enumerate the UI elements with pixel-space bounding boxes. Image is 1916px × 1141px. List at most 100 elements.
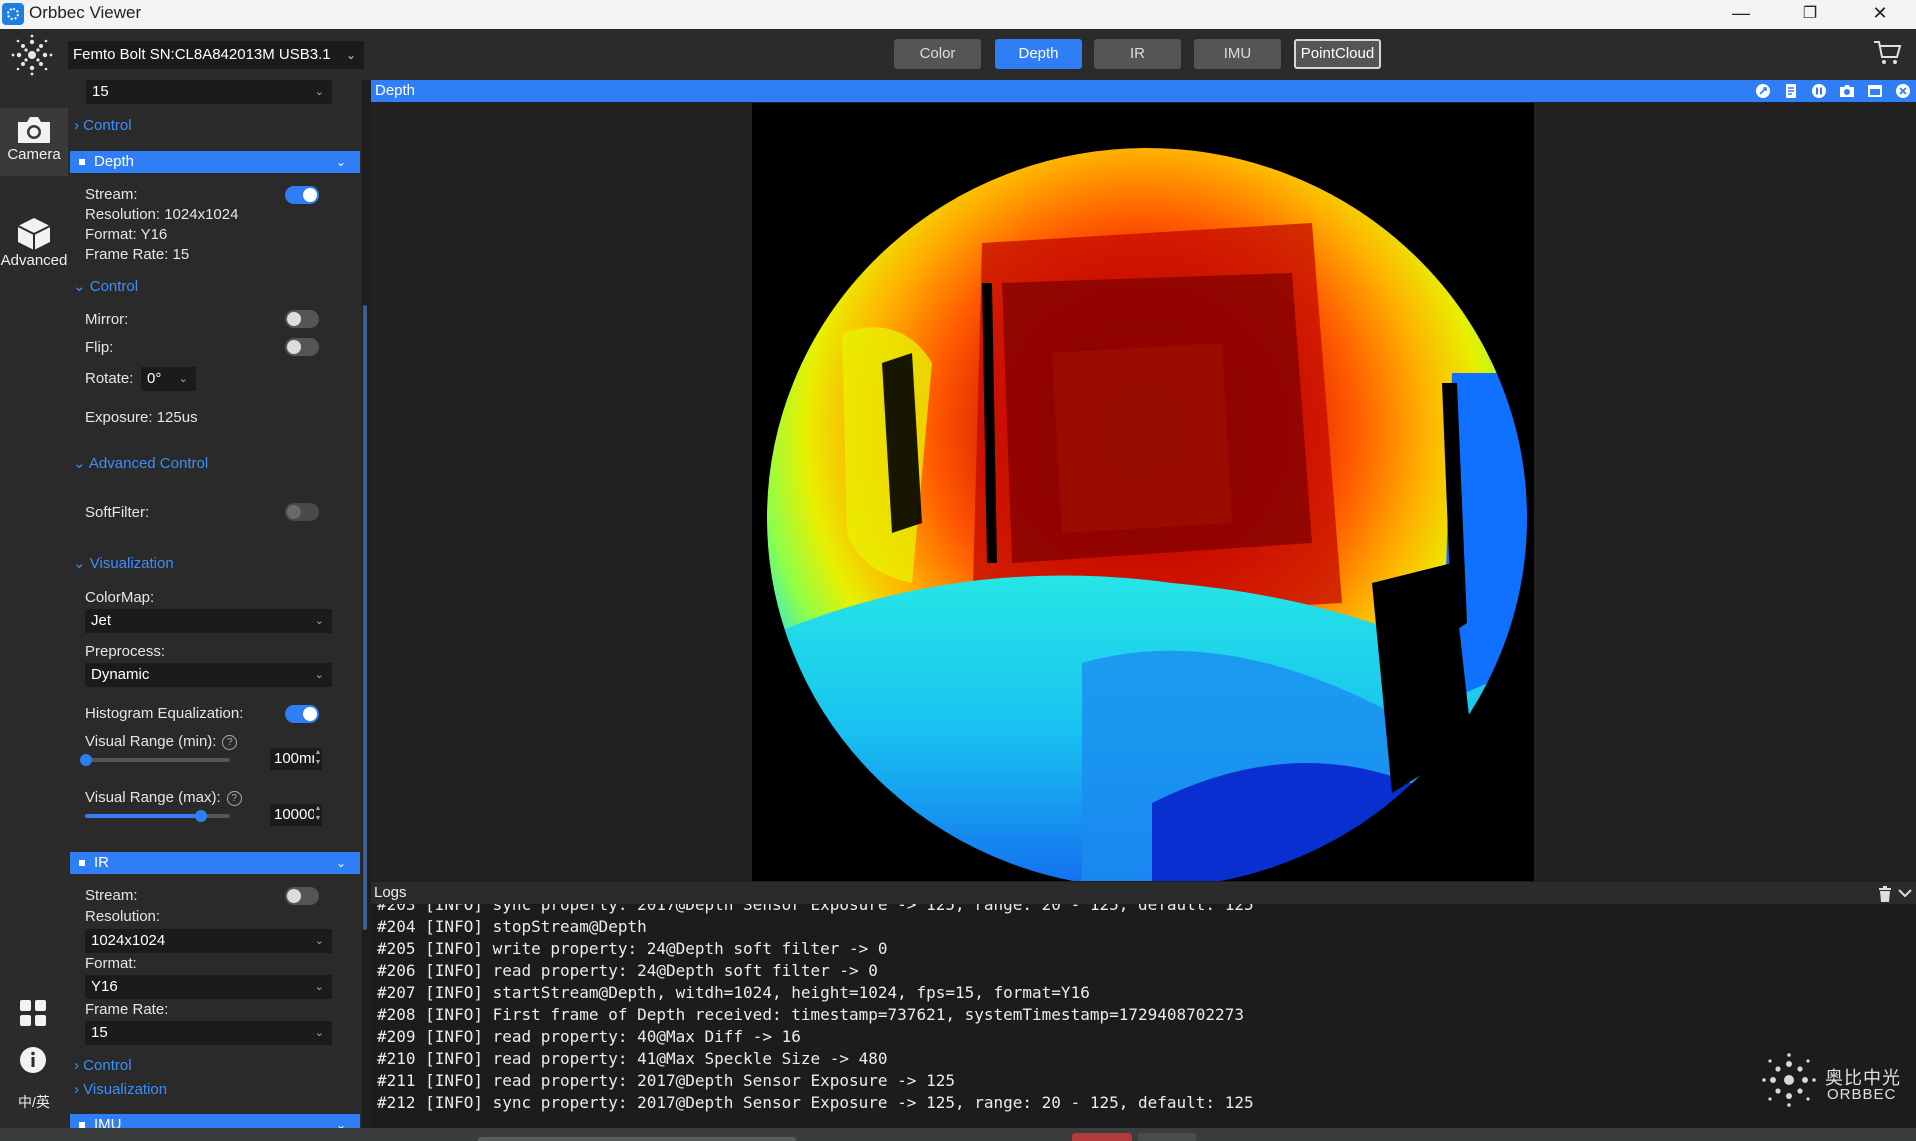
exposure-readout: Exposure: 125us — [85, 409, 198, 426]
window-icon[interactable] — [1867, 83, 1883, 99]
visualization-link[interactable]: ⌄ Visualization — [73, 554, 174, 572]
depth-viewer[interactable] — [371, 102, 1916, 881]
colormap-select[interactable]: Jet ⌄ — [85, 609, 332, 633]
imu-section-header[interactable]: IMU ⌄ — [70, 1114, 360, 1128]
imu-section-label: IMU — [94, 1116, 122, 1128]
depth-resolution: Resolution: 1024x1024 — [85, 206, 239, 223]
log-line: #203 [INFO] sync property: 2017@Depth Se… — [377, 904, 1254, 914]
chevron-down-icon: ⌄ — [314, 935, 324, 947]
pause-icon[interactable] — [1811, 83, 1827, 99]
advanced-control-link[interactable]: ⌄ Advanced Control — [73, 454, 208, 472]
ir-resolution-select[interactable]: 1024x1024 ⌄ — [85, 929, 332, 953]
depth-section-label: Depth — [94, 153, 135, 170]
rail-camera[interactable]: Camera — [0, 108, 68, 176]
chevron-down-icon: ⌄ — [335, 1118, 346, 1128]
visual-range-min-slider[interactable] — [80, 754, 230, 766]
softfilter-toggle[interactable] — [285, 503, 319, 521]
spin-arrows-icon[interactable]: ▲ ▼ — [314, 748, 322, 770]
rail-advanced[interactable]: Advanced — [0, 212, 68, 280]
depth-control-label: Control — [89, 278, 139, 295]
visual-range-min-row: Visual Range (min):? — [85, 733, 238, 750]
visual-range-min-label: Visual Range (min): — [85, 733, 217, 750]
spin-arrows-icon[interactable]: ▲ ▼ — [314, 804, 322, 826]
colormap-label: ColorMap: — [85, 589, 155, 606]
chevron-down-icon: ⌄ — [314, 86, 324, 98]
expand-icon[interactable] — [1755, 83, 1771, 99]
orbbec-watermark-icon — [1762, 1053, 1816, 1107]
panel-scrollbar[interactable] — [363, 305, 367, 930]
visual-range-max-label: Visual Range (max): — [85, 789, 221, 806]
cart-icon[interactable] — [1872, 37, 1902, 67]
trash-icon[interactable] — [1878, 886, 1892, 902]
depth-control-link[interactable]: ⌄ Control — [73, 277, 138, 295]
visual-range-max-handle[interactable] — [195, 810, 207, 822]
tab-color[interactable]: Color — [894, 39, 981, 69]
chevron-down-icon[interactable] — [1898, 888, 1912, 898]
ir-format-select[interactable]: Y16 ⌄ — [85, 975, 332, 999]
visual-range-max-fill — [85, 814, 201, 818]
flip-toggle[interactable] — [285, 338, 319, 356]
close-button[interactable]: ✕ — [1857, 0, 1903, 29]
ir-visualization-label: Visualization — [83, 1081, 168, 1098]
depth-section-header[interactable]: Depth ⌄ — [70, 151, 360, 173]
ir-format-value: Y16 — [91, 978, 118, 995]
log-line: #211 [INFO] read property: 2017@Depth Se… — [377, 1071, 955, 1090]
help-icon[interactable]: ? — [222, 735, 238, 750]
advanced-control-label: Advanced Control — [88, 455, 209, 472]
ir-control-label: Control — [83, 1057, 132, 1074]
visual-range-min-handle[interactable] — [80, 754, 93, 766]
preprocess-label: Preprocess: — [85, 643, 166, 660]
ir-frame-rate-select[interactable]: 15 ⌄ — [85, 1021, 332, 1045]
tab-imu[interactable]: IMU — [1194, 39, 1281, 69]
app-icon — [2, 3, 24, 25]
chevron-down-icon: ⌄ — [314, 669, 324, 681]
control-link-top[interactable]: › Control — [74, 117, 132, 134]
top-select[interactable]: 15 ⌄ — [86, 80, 332, 104]
rotate-select[interactable]: 0° ⌄ — [141, 367, 196, 391]
visual-range-max-row: Visual Range (max):? — [85, 789, 242, 806]
depth-stream-toggle[interactable] — [285, 186, 319, 204]
preprocess-select-value: Dynamic — [91, 666, 150, 683]
ir-stream-toggle[interactable] — [285, 887, 319, 905]
ir-section-label: IR — [94, 854, 109, 871]
log-line: #210 [INFO] read property: 41@Max Speckl… — [377, 1049, 888, 1068]
ir-section-header[interactable]: IR ⌄ — [70, 852, 360, 874]
mirror-toggle[interactable] — [285, 310, 319, 328]
colormap-select-value: Jet — [91, 612, 112, 629]
snapshot-camera-icon[interactable] — [1839, 83, 1855, 99]
taskbar-app[interactable] — [1072, 1133, 1132, 1141]
log-line: #206 [INFO] read property: 24@Depth soft… — [377, 961, 878, 980]
log-lines: #203 [INFO] sync property: 2017@Depth Se… — [377, 904, 1254, 1114]
camera-icon — [18, 117, 50, 143]
taskbar-app[interactable] — [1138, 1133, 1196, 1141]
histogram-equalization-toggle[interactable] — [285, 705, 319, 723]
ir-format-label: Format: — [85, 955, 137, 972]
restore-button[interactable]: ❐ — [1787, 0, 1833, 29]
preprocess-select[interactable]: Dynamic ⌄ — [85, 663, 332, 687]
softfilter-label: SoftFilter: — [85, 504, 150, 521]
device-select[interactable]: Femto Bolt SN:CL8A842013M USB3.1 ⌄ — [68, 41, 364, 69]
logs-panel[interactable]: #203 [INFO] sync property: 2017@Depth Se… — [371, 904, 1916, 1128]
visual-range-max-input[interactable]: 10000 ▲ ▼ — [270, 804, 322, 826]
tab-depth[interactable]: Depth — [995, 39, 1082, 69]
grid-icon[interactable] — [19, 999, 47, 1027]
rotate-label: Rotate: — [85, 370, 134, 387]
visual-range-min-input[interactable]: 100mm ▲ ▼ — [270, 748, 322, 770]
ir-visualization-link[interactable]: › Visualization — [74, 1081, 167, 1098]
ir-control-link[interactable]: › Control — [74, 1057, 132, 1074]
orbbec-logo-icon — [11, 34, 53, 76]
flip-label: Flip: — [85, 339, 114, 356]
cube-icon — [17, 218, 51, 250]
taskbar-search[interactable] — [478, 1137, 796, 1141]
tab-pointcloud[interactable]: PointCloud — [1294, 39, 1381, 69]
visual-range-max-value: 10000 — [274, 806, 316, 823]
tab-ir[interactable]: IR — [1094, 39, 1181, 69]
language-toggle[interactable]: 中/英 — [0, 1092, 68, 1112]
document-icon[interactable] — [1783, 83, 1799, 99]
close-view-icon[interactable] — [1895, 83, 1911, 99]
minimize-button[interactable]: — — [1718, 0, 1764, 29]
info-icon[interactable] — [19, 1046, 47, 1074]
help-icon[interactable]: ? — [226, 791, 242, 806]
ir-frame-rate-value: 15 — [91, 1024, 108, 1041]
visual-range-max-slider[interactable] — [85, 810, 230, 822]
